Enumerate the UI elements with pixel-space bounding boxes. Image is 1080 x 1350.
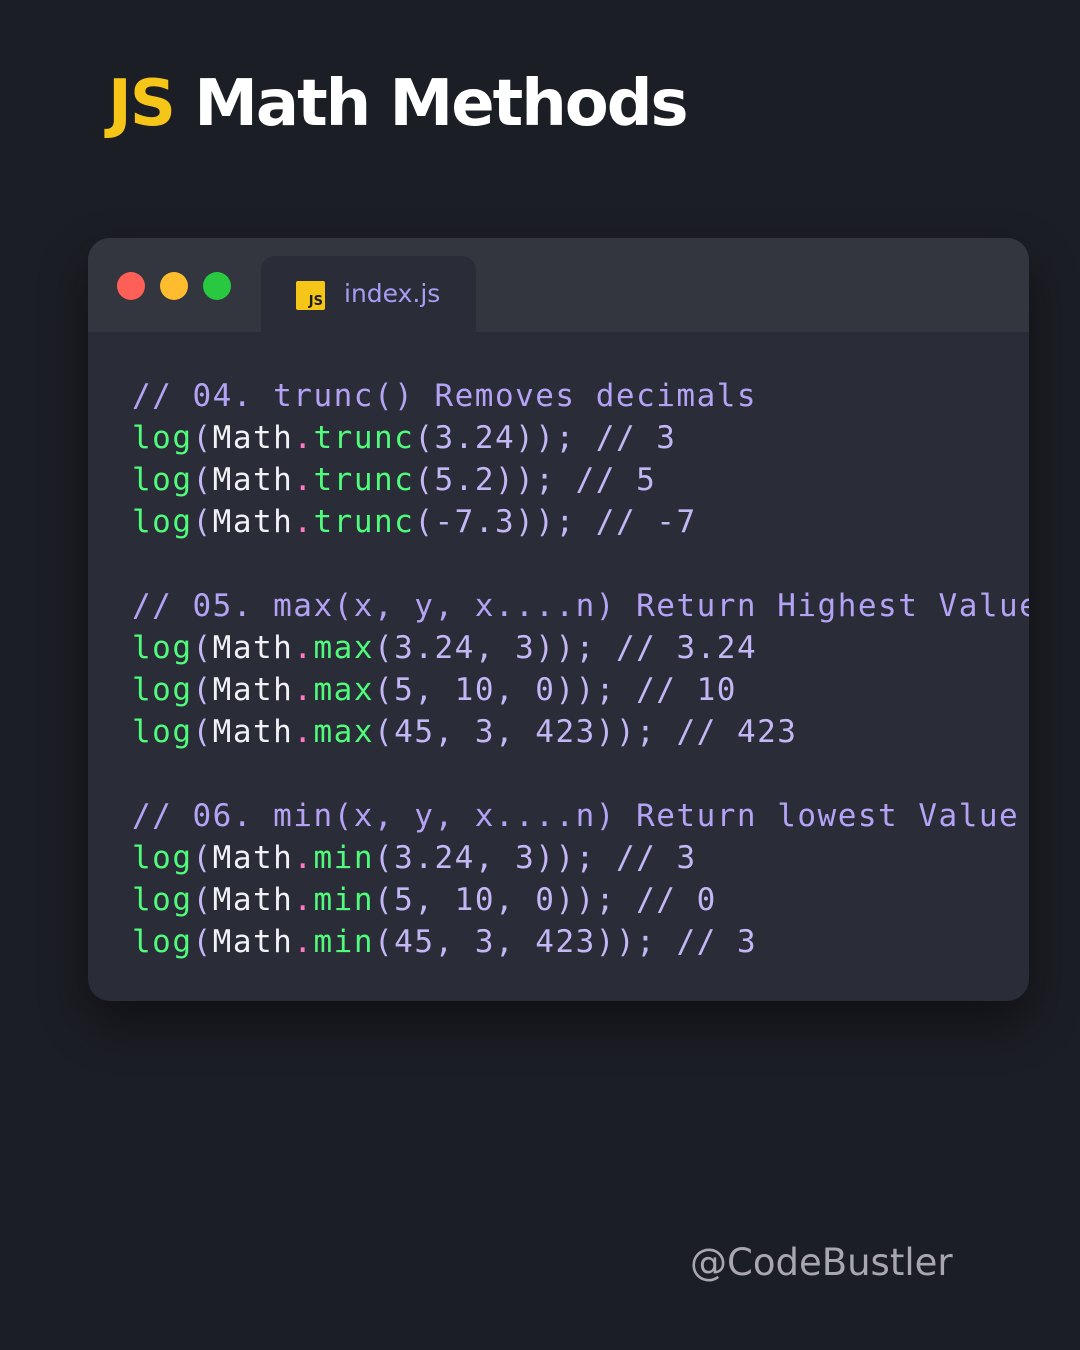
code-line: log(Math.max(3.24, 3)); // 3.24 — [132, 630, 758, 666]
code-method: min — [313, 840, 374, 876]
code-object: Math — [212, 714, 294, 750]
code-method: min — [313, 924, 374, 960]
author-watermark: @CodeBustler — [690, 1241, 953, 1284]
code-arguments: (5, 10, 0)); // 0 — [374, 882, 717, 918]
code-line: log(Math.min(5, 10, 0)); // 0 — [132, 882, 717, 918]
code-method: min — [313, 882, 374, 918]
code-line: log(Math.max(5, 10, 0)); // 10 — [132, 672, 737, 708]
code-line: log(Math.trunc(-7.3)); // -7 — [132, 504, 697, 540]
code-arguments: (5, 10, 0)); // 10 — [374, 672, 737, 708]
code-dot: . — [293, 420, 314, 456]
title-text: Math Methods — [194, 67, 688, 141]
code-line: log(Math.trunc(3.24)); // 3 — [132, 420, 677, 456]
code-object: Math — [212, 462, 294, 498]
code-arguments: (3.24, 3)); // 3 — [374, 840, 697, 876]
code-arguments: (45, 3, 423)); // 3 — [374, 924, 758, 960]
code-method: trunc — [313, 462, 415, 498]
tab-label: index.js — [344, 279, 441, 308]
code-comment-line: // 04. trunc() Removes decimals — [132, 375, 1029, 417]
code-dot: . — [293, 882, 314, 918]
code-object: Math — [212, 882, 294, 918]
minimize-window-button[interactable] — [160, 272, 188, 300]
maximize-window-button[interactable] — [203, 272, 231, 300]
code-function: log — [132, 840, 193, 876]
code-dot: . — [293, 462, 314, 498]
code-function: log — [132, 630, 193, 666]
code-method: max — [313, 714, 374, 750]
js-file-icon: JS — [296, 281, 325, 310]
code-arguments: (-7.3)); // -7 — [414, 504, 697, 540]
code-arguments: (45, 3, 423)); // 423 — [374, 714, 798, 750]
code-dot: . — [293, 924, 314, 960]
code-function: log — [132, 462, 193, 498]
page-title: JS Math Methods — [108, 62, 689, 146]
code-method: trunc — [313, 420, 415, 456]
code-line: log(Math.trunc(5.2)); // 5 — [132, 462, 657, 498]
code-dot: . — [293, 714, 314, 750]
code-comment: // 04. trunc() Removes decimals — [132, 378, 758, 414]
code-arguments: (5.2)); // 5 — [414, 462, 657, 498]
code-arguments: (3.24, 3)); // 3.24 — [374, 630, 758, 666]
code-editor-window: JS index.js // 04. trunc() Removes decim… — [88, 238, 1029, 1001]
code-object: Math — [212, 840, 294, 876]
code-function: log — [132, 672, 193, 708]
code-function: log — [132, 882, 193, 918]
code-line: log(Math.min(3.24, 3)); // 3 — [132, 840, 697, 876]
code-object: Math — [212, 672, 294, 708]
code-object: Math — [212, 924, 294, 960]
code-method: max — [313, 630, 374, 666]
code-method: trunc — [313, 504, 415, 540]
code-comment-line: // 05. max(x, y, x....n) Return Highest … — [132, 585, 1029, 627]
code-dot: . — [293, 630, 314, 666]
code-method: max — [313, 672, 374, 708]
code-function: log — [132, 420, 193, 456]
editor-title-bar: JS index.js — [88, 238, 1029, 332]
code-function: log — [132, 714, 193, 750]
code-function: log — [132, 504, 193, 540]
code-arguments: (3.24)); // 3 — [414, 420, 677, 456]
code-comment: // 06. min(x, y, x....n) Return lowest V… — [132, 798, 1020, 834]
code-object: Math — [212, 504, 294, 540]
code-comment: // 05. max(x, y, x....n) Return Highest … — [132, 588, 1029, 624]
code-function: log — [132, 924, 193, 960]
code-comment-line: // 06. min(x, y, x....n) Return lowest V… — [132, 795, 1029, 837]
code-dot: . — [293, 504, 314, 540]
code-object: Math — [212, 420, 294, 456]
title-accent: JS — [108, 67, 176, 141]
code-line: log(Math.max(45, 3, 423)); // 423 — [132, 714, 798, 750]
code-dot: . — [293, 672, 314, 708]
code-dot: . — [293, 840, 314, 876]
tab-index-js[interactable]: JS index.js — [261, 256, 476, 332]
code-object: Math — [212, 630, 294, 666]
code-area[interactable]: // 04. trunc() Removes decimals log(Math.… — [132, 375, 1029, 963]
close-window-button[interactable] — [117, 272, 145, 300]
code-line: log(Math.min(45, 3, 423)); // 3 — [132, 924, 758, 960]
